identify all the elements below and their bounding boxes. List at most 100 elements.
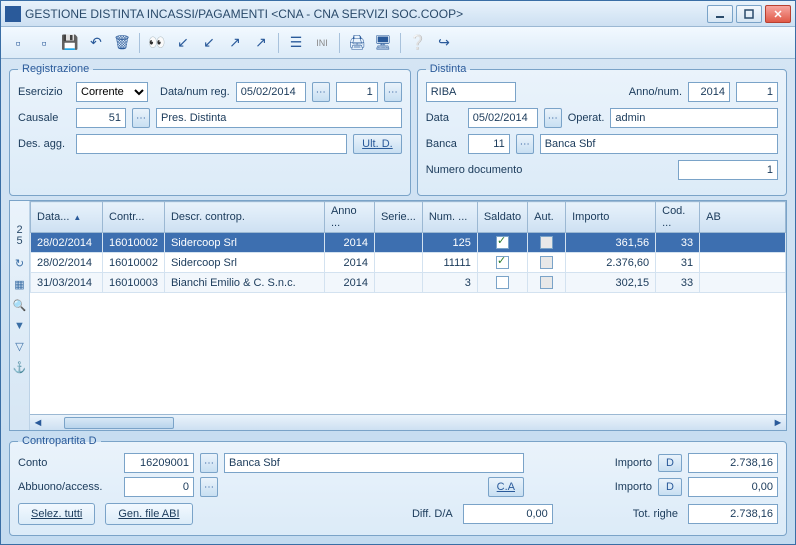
last-icon[interactable]: ↗ (250, 32, 272, 54)
operat-input (610, 108, 778, 128)
prev-icon[interactable]: ↙ (198, 32, 220, 54)
importo1-label: Importo (615, 457, 652, 469)
refresh-icon[interactable]: ↻ (15, 257, 24, 270)
col-aut[interactable]: Aut. (528, 202, 566, 233)
ultd-button[interactable]: Ult. D. (353, 134, 402, 154)
save-icon[interactable]: 💾 (59, 32, 81, 54)
add-row-icon[interactable]: ▦ (14, 278, 24, 291)
tot-label: Tot. righe (633, 508, 678, 520)
col-anno[interactable]: Anno ... (324, 202, 374, 233)
table-row[interactable]: 28/02/201416010002Sidercoop Srl201411111… (31, 253, 786, 273)
ca-button[interactable]: C.A (488, 477, 524, 497)
importo2-label: Importo (615, 481, 652, 493)
numdoc-input[interactable] (678, 160, 778, 180)
banca-code-input[interactable] (468, 134, 510, 154)
first-icon[interactable]: ↙ (172, 32, 194, 54)
contropartita-legend: Contropartita D (18, 435, 101, 447)
importo1-input[interactable] (688, 453, 778, 473)
monitor-icon[interactable]: 🖥 (372, 32, 394, 54)
next-icon[interactable]: ↗ (224, 32, 246, 54)
undo-icon[interactable]: ↶ (85, 32, 107, 54)
distinta-legend: Distinta (426, 63, 471, 75)
horizontal-scrollbar[interactable]: ◄ ► (30, 414, 786, 430)
delete-icon[interactable]: 🗑 (111, 32, 133, 54)
abbuono-label: Abbuono/access. (18, 481, 118, 493)
abbuono-input[interactable] (124, 477, 194, 497)
col-cod[interactable]: Cod. ... (656, 202, 700, 233)
aut-checkbox[interactable] (540, 236, 553, 249)
gen-file-abi-button[interactable]: Gen. file ABI (105, 503, 192, 525)
scroll-left-icon[interactable]: ◄ (30, 416, 46, 430)
operat-label: Operat. (568, 112, 605, 124)
copy-icon[interactable]: ▫ (33, 32, 55, 54)
filter-clear-icon[interactable]: ▽ (15, 340, 23, 353)
contropartita-group: Contropartita D Conto ⋯ Importo D Abbuon… (9, 435, 787, 536)
zoom-icon[interactable]: 🔍 (13, 299, 27, 312)
causale-code-input[interactable] (76, 108, 126, 128)
distinta-data-label: Data (426, 112, 462, 124)
saldato-checkbox[interactable] (496, 276, 509, 289)
desagg-label: Des. agg. (18, 138, 70, 150)
aut-checkbox[interactable] (540, 276, 553, 289)
esercizio-label: Esercizio (18, 86, 70, 98)
anchor-icon[interactable]: ⚓ (13, 361, 27, 374)
datanumreg-date-input[interactable] (236, 82, 306, 102)
list-icon[interactable]: ☰ (285, 32, 307, 54)
aut-checkbox[interactable] (540, 256, 553, 269)
datanumreg-label: Data/num reg. (160, 86, 230, 98)
col-num[interactable]: Num. ... (422, 202, 477, 233)
datanumreg-num-input[interactable] (336, 82, 378, 102)
importo2-d-badge[interactable]: D (658, 478, 682, 496)
col-importo[interactable]: Importo (566, 202, 656, 233)
grid-table[interactable]: Data... Contr... Descr. controp. Anno ..… (30, 201, 786, 293)
esercizio-select[interactable]: Corrente (76, 82, 148, 102)
causale-lookup-icon[interactable]: ⋯ (132, 108, 150, 128)
banca-lookup-icon[interactable]: ⋯ (516, 134, 534, 154)
saldato-checkbox[interactable] (496, 236, 509, 249)
col-serie[interactable]: Serie... (374, 202, 422, 233)
conto-desc-input (224, 453, 524, 473)
tot-value (688, 504, 778, 524)
new-icon[interactable]: ▫ (7, 32, 29, 54)
minimize-button[interactable] (707, 5, 733, 23)
datanumreg-lookup-icon[interactable]: ⋯ (384, 82, 402, 102)
help-icon[interactable]: ❔ (407, 32, 429, 54)
col-saldato[interactable]: Saldato (477, 202, 527, 233)
filter-icon[interactable]: ▼ (14, 320, 25, 332)
grid: 25 ↻ ▦ 🔍 ▼ ▽ ⚓ Data... Contr... Descr. c… (9, 200, 787, 431)
registrazione-group: Registrazione Esercizio Corrente Data/nu… (9, 63, 411, 196)
col-data[interactable]: Data... (31, 202, 103, 233)
grid-row-counter: 25 (16, 223, 22, 249)
maximize-button[interactable] (736, 5, 762, 23)
distinta-data-input[interactable] (468, 108, 538, 128)
desagg-input[interactable] (76, 134, 347, 154)
anno-input[interactable] (688, 82, 730, 102)
table-row[interactable]: 31/03/201416010003Bianchi Emilio & C. S.… (31, 273, 786, 293)
col-ab[interactable]: AB (700, 202, 786, 233)
annonum-label: Anno/num. (629, 86, 682, 98)
conto-lookup-icon[interactable]: ⋯ (200, 453, 218, 473)
saldato-checkbox[interactable] (496, 256, 509, 269)
scroll-right-icon[interactable]: ► (770, 416, 786, 430)
toolbar: ▫ ▫ 💾 ↶ 🗑 👀 ↙ ↙ ↗ ↗ ☰ INI 🖨 🖥 ❔ ↪ (1, 27, 795, 59)
abbuono-lookup-icon[interactable]: ⋯ (200, 477, 218, 497)
causale-desc-input (156, 108, 402, 128)
scroll-thumb[interactable] (64, 417, 174, 429)
col-descr[interactable]: Descr. controp. (164, 202, 324, 233)
print-icon[interactable]: 🖨 (346, 32, 368, 54)
distinta-data-calendar-icon[interactable]: ⋯ (544, 108, 562, 128)
banca-desc-input (540, 134, 778, 154)
importo2-input[interactable] (688, 477, 778, 497)
table-row[interactable]: 28/02/201416010002Sidercoop Srl201412536… (31, 233, 786, 253)
ini-icon[interactable]: INI (311, 32, 333, 54)
selez-tutti-button[interactable]: Selez. tutti (18, 503, 95, 525)
col-contr[interactable]: Contr... (103, 202, 165, 233)
diff-label: Diff. D/A (412, 508, 453, 520)
close-button[interactable] (765, 5, 791, 23)
num-input[interactable] (736, 82, 778, 102)
importo1-d-badge[interactable]: D (658, 454, 682, 472)
datanumreg-calendar-icon[interactable]: ⋯ (312, 82, 330, 102)
binoculars-icon[interactable]: 👀 (146, 32, 168, 54)
exit-icon[interactable]: ↪ (433, 32, 455, 54)
conto-code-input[interactable] (124, 453, 194, 473)
